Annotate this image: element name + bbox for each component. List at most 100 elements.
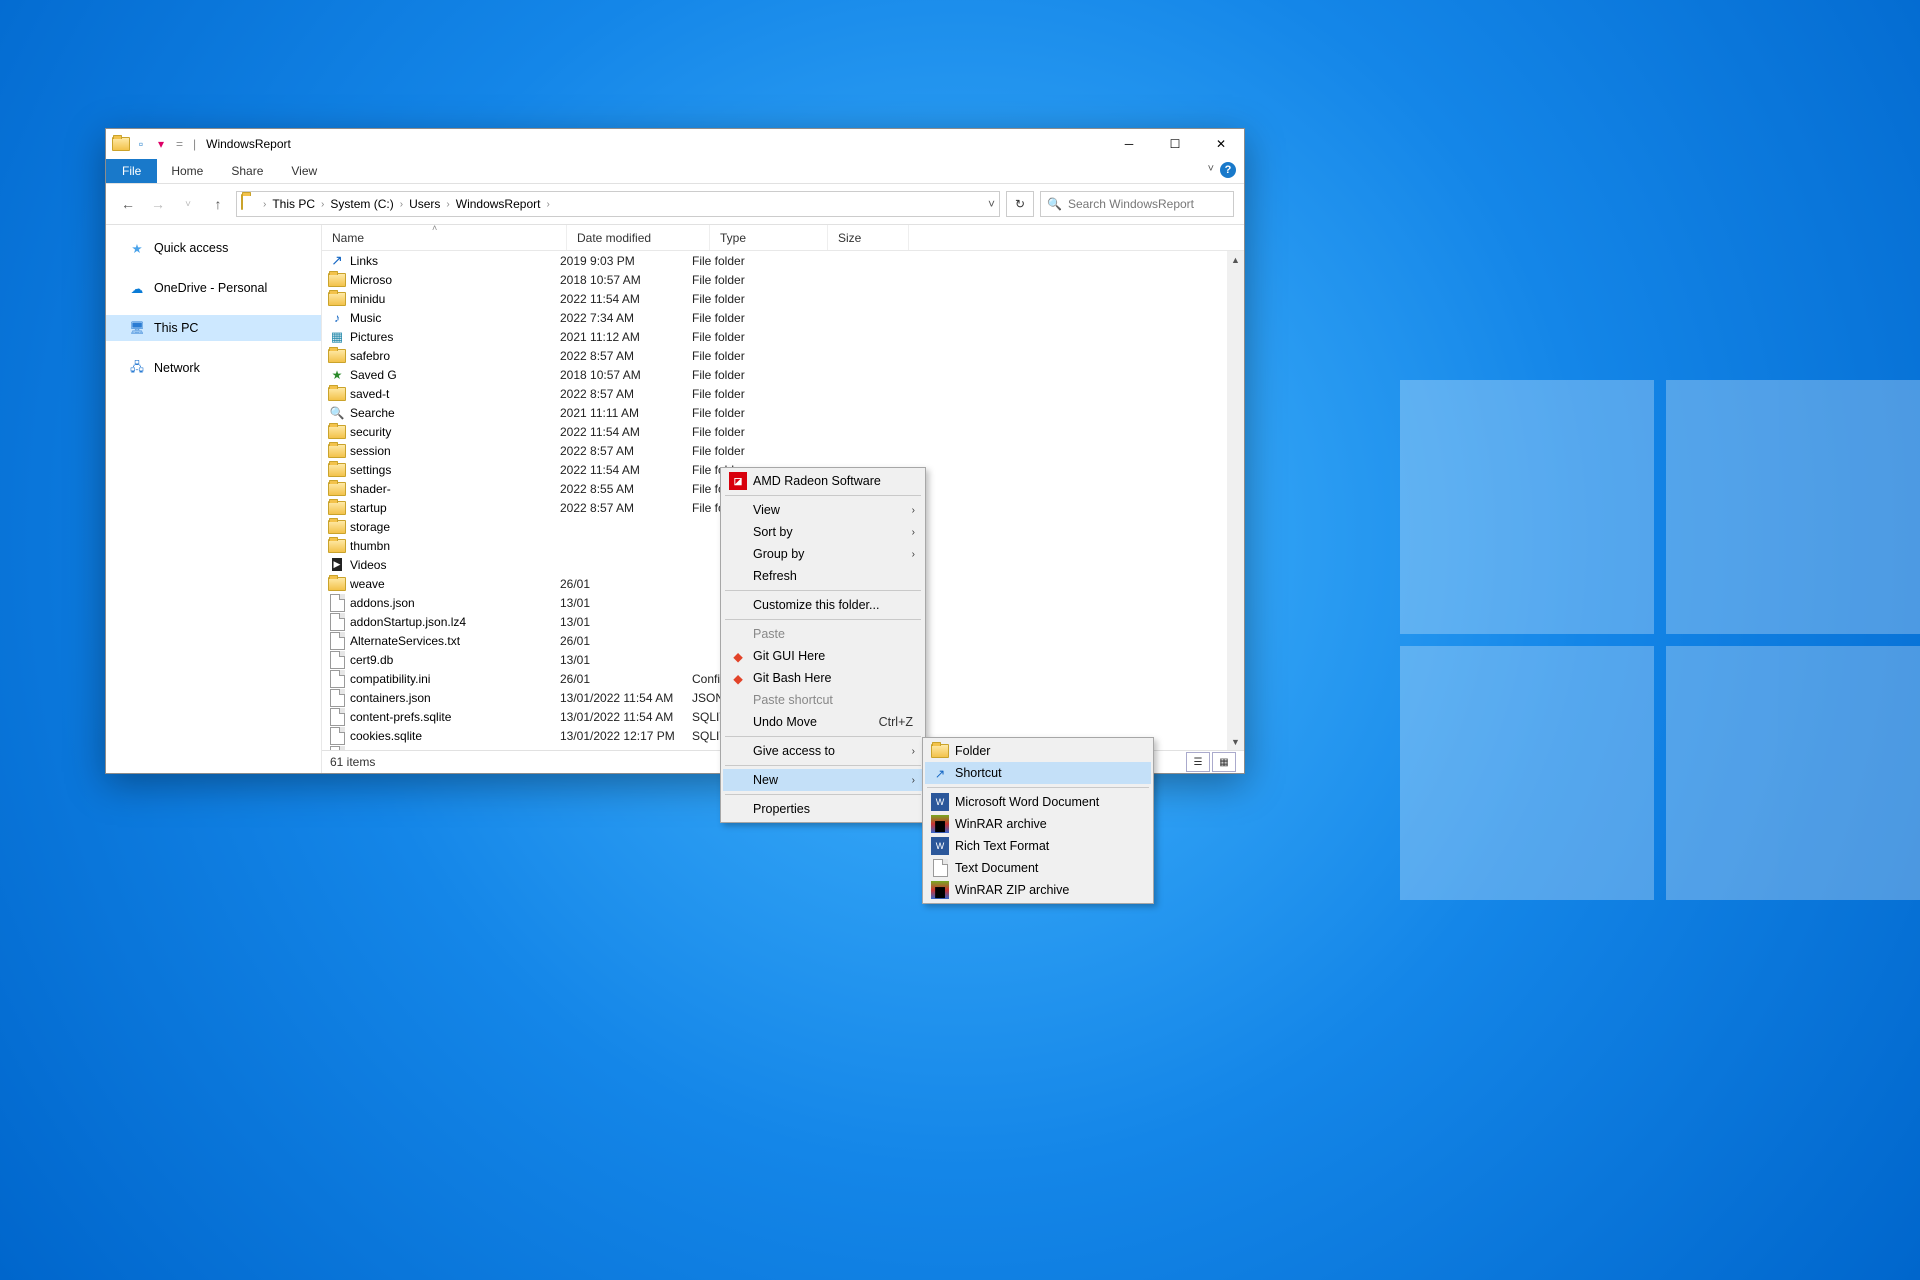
scroll-up-icon[interactable]: ▲ — [1227, 251, 1244, 268]
new-txt[interactable]: Text Document — [925, 857, 1151, 879]
rtf-icon: W — [931, 837, 949, 855]
nav-this-pc[interactable]: 🖥This PC — [106, 315, 321, 341]
crumb-system[interactable]: System (C:) — [328, 197, 395, 211]
row-icon — [328, 273, 346, 287]
col-date[interactable]: Date modified — [567, 225, 710, 250]
ctx-gitgui[interactable]: ◆Git GUI Here — [723, 645, 923, 667]
file-row[interactable]: 🔍Searche2021 11:11 AMFile folder — [322, 403, 1244, 422]
row-type: File folder — [692, 387, 799, 401]
row-type: File folder — [692, 406, 799, 420]
crumb-wr[interactable]: WindowsReport — [454, 197, 543, 211]
ribbon-view[interactable]: View — [277, 159, 331, 183]
row-icon — [328, 444, 346, 458]
network-icon: 🖧 — [128, 359, 146, 377]
quick-props-icon[interactable]: ▾ — [152, 135, 170, 153]
ctx-groupby[interactable]: Group by› — [723, 543, 923, 565]
new-rar[interactable]: ▆WinRAR archive — [925, 813, 1151, 835]
scrollbar[interactable]: ▲▼ — [1227, 251, 1244, 750]
row-icon — [328, 577, 346, 591]
row-type: File folder — [692, 425, 799, 439]
nav-back[interactable]: ← — [116, 192, 140, 216]
column-headers[interactable]: ˄ Name Date modified Type Size — [322, 225, 1244, 251]
new-submenu[interactable]: Folder ↗Shortcut WMicrosoft Word Documen… — [922, 737, 1154, 904]
ctx-undo[interactable]: Undo MoveCtrl+Z — [723, 711, 923, 733]
file-row[interactable]: security2022 11:54 AMFile folder — [322, 422, 1244, 441]
window-title: WindowsReport — [206, 137, 291, 151]
ctx-properties[interactable]: Properties — [723, 798, 923, 820]
view-large-icon[interactable]: ▦ — [1212, 752, 1236, 772]
ctx-view[interactable]: View› — [723, 499, 923, 521]
nav-quick-access[interactable]: ★Quick access — [106, 235, 321, 261]
nav-forward[interactable]: → — [146, 192, 170, 216]
file-row[interactable]: saved-t2022 8:57 AMFile folder — [322, 384, 1244, 403]
row-name: cert9.db — [346, 653, 560, 667]
row-date: 2022 8:57 AM — [560, 387, 692, 401]
search-icon: 🔍 — [1047, 197, 1062, 211]
row-type: File folder — [692, 349, 799, 363]
scroll-down-icon[interactable]: ▼ — [1227, 733, 1244, 750]
chevron-right-icon: › — [912, 775, 915, 786]
new-word[interactable]: WMicrosoft Word Document — [925, 791, 1151, 813]
address-bar[interactable]: › This PC› System (C:)› Users› WindowsRe… — [236, 191, 1000, 217]
titlebar[interactable]: ▫ ▾ = | WindowsReport ─ ☐ ✕ — [106, 129, 1244, 159]
row-name: settings — [346, 463, 560, 477]
ctx-amd[interactable]: ◪AMD Radeon Software — [723, 470, 923, 492]
new-folder[interactable]: Folder — [925, 740, 1151, 762]
crumb-users[interactable]: Users — [407, 197, 442, 211]
row-icon — [328, 292, 346, 306]
row-date: 2019 9:03 PM — [560, 254, 692, 268]
minimize-button[interactable]: ─ — [1106, 129, 1152, 159]
file-row[interactable]: ♪Music2022 7:34 AMFile folder — [322, 308, 1244, 327]
windows-logo — [1400, 380, 1920, 900]
crumb-thispc[interactable]: This PC — [270, 197, 317, 211]
file-row[interactable]: ↗Links2019 9:03 PMFile folder — [322, 251, 1244, 270]
file-row[interactable]: ▦Pictures2021 11:12 AMFile folder — [322, 327, 1244, 346]
ctx-customize[interactable]: Customize this folder... — [723, 594, 923, 616]
row-name: addonStartup.json.lz4 — [346, 615, 560, 629]
ribbon-file[interactable]: File — [106, 159, 157, 183]
ctx-sortby[interactable]: Sort by› — [723, 521, 923, 543]
ribbon-home[interactable]: Home — [157, 159, 217, 183]
ctx-give-access[interactable]: Give access to› — [723, 740, 923, 762]
row-name: minidu — [346, 292, 560, 306]
chevron-down-icon[interactable]: ˅ — [988, 197, 995, 211]
nav-up[interactable]: ↑ — [206, 192, 230, 216]
row-type: File folder — [692, 273, 799, 287]
row-name: saved-t — [346, 387, 560, 401]
refresh-button[interactable]: ↻ — [1006, 191, 1034, 217]
context-menu[interactable]: ◪AMD Radeon Software View› Sort by› Grou… — [720, 467, 926, 823]
chevron-right-icon: › — [912, 549, 915, 560]
nav-recent[interactable]: ˅ — [176, 192, 200, 216]
col-size[interactable]: Size — [828, 225, 909, 250]
ctx-new[interactable]: New› — [723, 769, 923, 791]
maximize-button[interactable]: ☐ — [1152, 129, 1198, 159]
file-row[interactable]: ★Saved G2018 10:57 AMFile folder — [322, 365, 1244, 384]
file-row[interactable]: minidu2022 11:54 AMFile folder — [322, 289, 1244, 308]
col-type[interactable]: Type — [710, 225, 828, 250]
row-date: 2022 8:55 AM — [560, 482, 692, 496]
close-button[interactable]: ✕ — [1198, 129, 1244, 159]
ribbon-collapse-icon[interactable]: ˅ — [1208, 163, 1214, 175]
row-date: 26/01 — [560, 634, 692, 648]
row-date: 2022 8:57 AM — [560, 501, 692, 515]
new-rtf[interactable]: WRich Text Format — [925, 835, 1151, 857]
quick-save-icon[interactable]: ▫ — [132, 135, 150, 153]
search-box[interactable]: 🔍 Search WindowsReport — [1040, 191, 1234, 217]
view-details-icon[interactable]: ☰ — [1186, 752, 1210, 772]
row-name: extension-preferences.json — [346, 748, 560, 751]
help-icon[interactable]: ? — [1220, 162, 1236, 178]
ctx-gitbash[interactable]: ◆Git Bash Here — [723, 667, 923, 689]
row-icon — [328, 349, 346, 363]
nav-network[interactable]: 🖧Network — [106, 355, 321, 381]
ctx-refresh[interactable]: Refresh — [723, 565, 923, 587]
col-name[interactable]: Name — [322, 225, 567, 250]
rar-icon: ▆ — [931, 815, 949, 833]
new-zip[interactable]: ▆WinRAR ZIP archive — [925, 879, 1151, 901]
row-date: 13/01 — [560, 653, 692, 667]
file-row[interactable]: safebro2022 8:57 AMFile folder — [322, 346, 1244, 365]
file-row[interactable]: Microso2018 10:57 AMFile folder — [322, 270, 1244, 289]
ribbon-share[interactable]: Share — [217, 159, 277, 183]
nav-onedrive[interactable]: ☁OneDrive - Personal — [106, 275, 321, 301]
new-shortcut[interactable]: ↗Shortcut — [925, 762, 1151, 784]
file-row[interactable]: session2022 8:57 AMFile folder — [322, 441, 1244, 460]
